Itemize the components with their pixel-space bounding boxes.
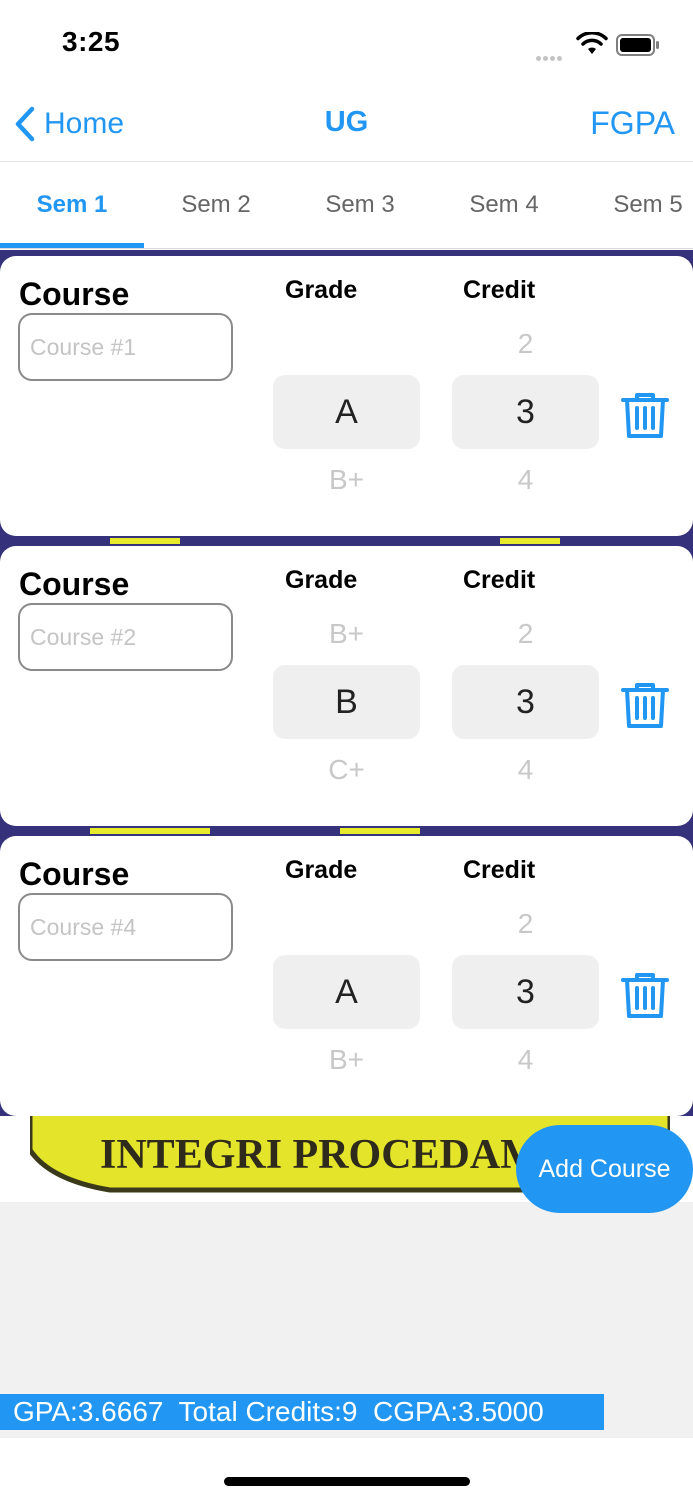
tab-sem-4[interactable]: Sem 4 <box>432 163 576 249</box>
grade-option-below[interactable]: C+ <box>273 754 420 784</box>
course-name-input[interactable] <box>18 893 233 961</box>
credit-option-above[interactable]: 2 <box>452 618 599 650</box>
course-label: Course <box>19 566 130 602</box>
signal-icon <box>536 48 568 61</box>
wifi-icon <box>576 32 608 54</box>
app-screen: 3:25 Home UG FGPA Sem 1 Sem 2 Sem 3 Sem … <box>0 0 693 1500</box>
gpa-summary: GPA:3.6667 Total Credits:9 CGPA:3.5000 <box>0 1394 604 1430</box>
course-label: Course <box>19 856 130 892</box>
credit-option-above[interactable]: 2 <box>452 908 599 940</box>
grade-picker[interactable]: A <box>273 375 420 449</box>
course-card: Course Grade Credit B+ B C+ 2 3 4 <box>0 546 693 826</box>
tab-sem-5[interactable]: Sem 5 <box>576 163 693 249</box>
grade-header: Grade <box>285 566 358 594</box>
trash-icon[interactable] <box>621 392 669 440</box>
navigation-bar: Home UG FGPA <box>0 88 693 162</box>
credit-picker[interactable]: 3 <box>452 665 599 739</box>
credit-option-below[interactable]: 4 <box>452 754 599 784</box>
status-time: 3:25 <box>62 26 121 57</box>
grade-option-above[interactable]: B+ <box>273 618 420 650</box>
course-name-input[interactable] <box>18 603 233 671</box>
tab-sem-2[interactable]: Sem 2 <box>144 163 288 249</box>
trash-icon[interactable] <box>621 682 669 730</box>
credit-option-below[interactable]: 4 <box>452 464 599 494</box>
trash-icon[interactable] <box>621 972 669 1020</box>
back-button-label: Home <box>44 107 125 140</box>
tab-sem-3[interactable]: Sem 3 <box>288 163 432 249</box>
status-bar: 3:25 <box>0 0 693 88</box>
home-indicator[interactable] <box>224 1477 470 1486</box>
course-label: Course <box>19 276 130 312</box>
credit-picker[interactable]: 3 <box>452 955 599 1029</box>
fgpa-button[interactable]: FGPA <box>590 105 675 142</box>
grade-picker[interactable]: B <box>273 665 420 739</box>
active-tab-indicator <box>0 243 144 248</box>
credit-header: Credit <box>463 566 536 594</box>
home-indicator-area <box>0 1438 693 1500</box>
semester-tab-bar: Sem 1 Sem 2 Sem 3 Sem 4 Sem 5 <box>0 163 693 249</box>
course-card: Course Grade Credit A B+ 2 3 4 <box>0 256 693 536</box>
course-card: Course Grade Credit A B+ 2 3 4 <box>0 836 693 1116</box>
credit-option-below[interactable]: 4 <box>452 1044 599 1074</box>
grade-header: Grade <box>285 856 358 884</box>
battery-icon <box>616 34 659 56</box>
svg-text:INTEGRI PROCEDAM: INTEGRI PROCEDAM <box>100 1132 540 1178</box>
grade-header: Grade <box>285 276 358 304</box>
chevron-left-icon <box>15 106 35 142</box>
grade-option-below[interactable]: B+ <box>273 1044 420 1074</box>
add-course-button[interactable]: Add Course <box>516 1125 693 1213</box>
tab-sem-1[interactable]: Sem 1 <box>0 163 144 249</box>
back-button[interactable]: Home <box>14 104 124 144</box>
credit-option-above[interactable]: 2 <box>452 328 599 360</box>
grade-picker[interactable]: A <box>273 955 420 1029</box>
credit-picker[interactable]: 3 <box>452 375 599 449</box>
course-name-input[interactable] <box>18 313 233 381</box>
grade-option-below[interactable]: B+ <box>273 464 420 494</box>
credit-header: Credit <box>463 276 536 304</box>
credit-header: Credit <box>463 856 536 884</box>
